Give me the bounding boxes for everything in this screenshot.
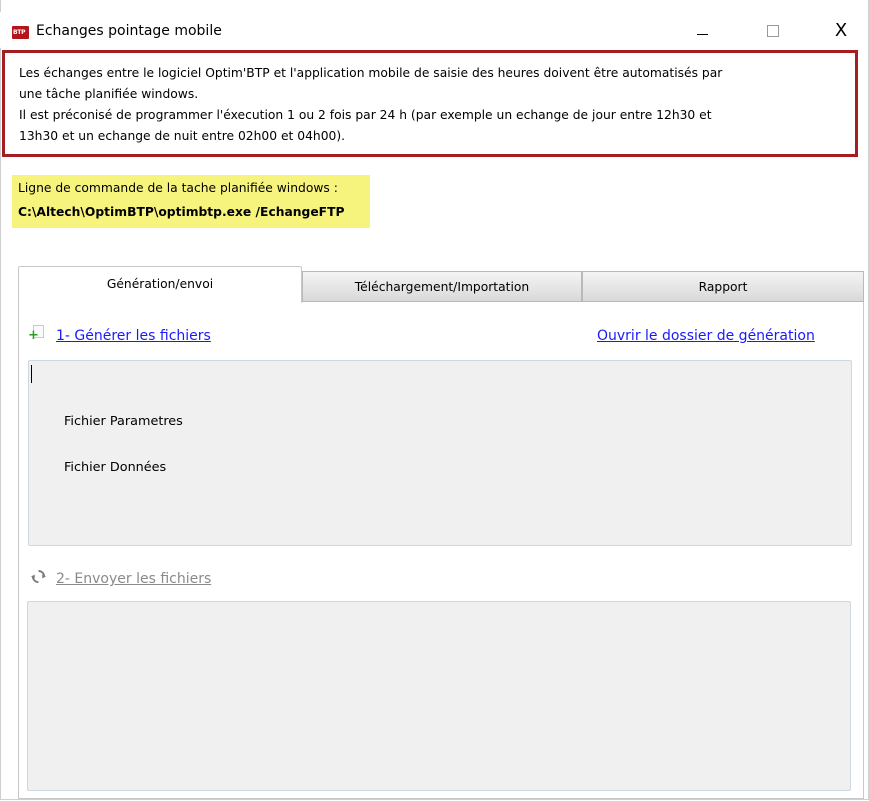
btp-logo-icon: BTP bbox=[12, 26, 29, 39]
generate-files-link[interactable]: 1- Générer les fichiers bbox=[56, 327, 211, 345]
text-caret bbox=[31, 365, 32, 383]
command-label: Ligne de commande de la tache planifiée … bbox=[18, 181, 338, 195]
open-folder-link[interactable]: Ouvrir le dossier de génération bbox=[597, 327, 815, 345]
notice-line: Il est préconisé de programmer l'éxecuti… bbox=[19, 108, 712, 122]
file-data-label: Fichier Données bbox=[64, 460, 167, 475]
notice-line: une tâche planifiée windows. bbox=[19, 87, 199, 101]
title-bar[interactable]: BTP Echanges pointage mobile X bbox=[0, 12, 867, 48]
refresh-icon bbox=[31, 569, 46, 584]
notice-line: Les échanges entre le logiciel Optim'BTP… bbox=[19, 66, 723, 80]
notice-line: 13h30 et un echange de nuit entre 02h00 … bbox=[19, 129, 346, 143]
command-path: C:\Altech\OptimBTP\optimbtp.exe /Echange… bbox=[18, 205, 345, 219]
maximize-button[interactable] bbox=[749, 18, 795, 44]
new-document-icon: + bbox=[28, 325, 44, 342]
tab-telechargement-importation[interactable]: Téléchargement/Importation bbox=[302, 271, 582, 302]
send-output-area[interactable] bbox=[27, 601, 851, 791]
automation-notice: Les échanges entre le logiciel Optim'BTP… bbox=[2, 50, 858, 157]
file-parameters-label: Fichier Parametres bbox=[64, 414, 183, 429]
tab-bar: Génération/envoi Téléchargement/Importat… bbox=[18, 266, 864, 303]
window-title: Echanges pointage mobile bbox=[36, 23, 222, 39]
tab-rapport[interactable]: Rapport bbox=[582, 271, 864, 302]
generation-output-area[interactable] bbox=[28, 360, 852, 546]
tab-generation-envoi[interactable]: Génération/envoi bbox=[18, 266, 302, 303]
close-button[interactable]: X bbox=[818, 18, 864, 44]
command-line-box: Ligne de commande de la tache planifiée … bbox=[12, 175, 370, 228]
minimize-button[interactable] bbox=[680, 18, 726, 44]
send-files-link[interactable]: 2- Envoyer les fichiers bbox=[56, 570, 211, 588]
